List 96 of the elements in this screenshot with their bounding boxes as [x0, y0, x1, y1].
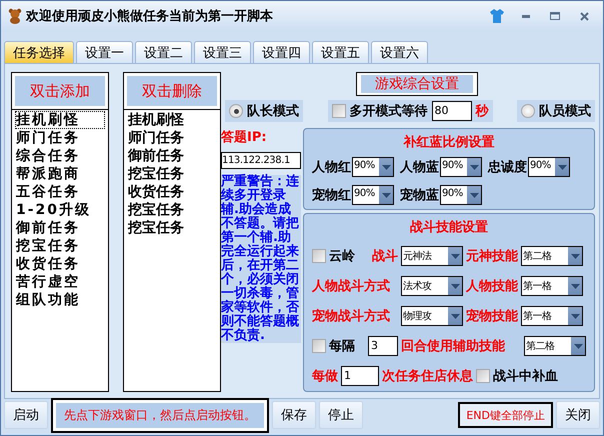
tab[interactable]: 设置五 — [312, 41, 369, 63]
tab[interactable]: 设置六 — [371, 41, 428, 63]
checkbox-label: 多开模式等待 — [350, 103, 428, 120]
dropdown-arrow-icon — [450, 314, 460, 318]
dropdown-arrow-icon — [450, 254, 460, 258]
dropdown-arrow-icon — [570, 314, 580, 318]
field-label: 每做 — [312, 368, 338, 385]
unit-label: 秒 — [476, 103, 488, 120]
list-item[interactable]: 御前任务 — [15, 219, 105, 237]
dropdown[interactable]: 90% — [440, 185, 482, 205]
tab[interactable]: 设置四 — [253, 41, 310, 63]
list-item[interactable]: 收货任务 — [127, 183, 217, 201]
list-item[interactable]: 挖宝任务 — [127, 165, 217, 183]
radio-button[interactable] — [229, 104, 243, 118]
field-label: 战斗 — [372, 248, 398, 265]
window-title: 欢迎使用顽皮小熊做任务当前为第一开脚本 — [26, 8, 274, 25]
input-field[interactable]: 3 — [368, 336, 398, 356]
list-item[interactable]: 挖宝任务 — [127, 219, 217, 237]
field-label: 次任务住店休息 — [382, 368, 473, 385]
list-item[interactable]: 挖宝任务 — [127, 201, 217, 219]
minimize-icon[interactable] — [522, 14, 530, 18]
dropdown[interactable]: 第二格 — [524, 336, 586, 356]
dropdown[interactable]: 法术攻 — [401, 276, 463, 296]
dropdown[interactable]: 第二格 — [521, 246, 583, 266]
bear-icon — [7, 8, 23, 24]
checkbox[interactable] — [476, 369, 490, 383]
dropdown[interactable]: 90% — [528, 157, 570, 177]
tab[interactable]: 设置二 — [135, 41, 192, 63]
list-item[interactable]: 组队功能 — [15, 291, 105, 309]
dropdown-arrow-icon — [570, 254, 580, 258]
dropdown[interactable]: 第一格 — [521, 276, 583, 296]
list-item[interactable]: 1-20升级 — [15, 201, 105, 219]
checkbox-label: 云岭 — [329, 248, 355, 265]
dropdown-arrow-icon — [382, 192, 390, 198]
list-item[interactable]: 苦行虚空 — [15, 273, 105, 291]
field-label: 忠诚度 — [488, 158, 527, 176]
dropdown-arrow-icon — [570, 284, 580, 288]
ip-field[interactable]: 113.122.238.1 — [221, 152, 301, 169]
field-label: 人物蓝 — [400, 159, 439, 176]
dropdown-arrow-icon — [574, 344, 582, 348]
group-title: 战斗技能设置 — [409, 219, 489, 236]
checkbox-label: 战斗中补血 — [493, 368, 558, 385]
tab[interactable]: 设置三 — [194, 41, 251, 63]
button[interactable]: 关闭 — [556, 401, 600, 429]
button[interactable]: 保存 — [272, 401, 316, 429]
input-field[interactable]: 80 — [432, 101, 472, 121]
list-item[interactable]: 综合任务 — [15, 147, 105, 165]
list-item[interactable]: 师门任务 — [127, 129, 217, 147]
close-icon[interactable] — [580, 12, 588, 20]
list-item[interactable]: 师门任务 — [15, 129, 105, 147]
checkbox-label: 每隔 — [329, 338, 355, 355]
list-item[interactable]: 挂机刷怪 — [15, 111, 105, 129]
field-label: 宠物红 — [312, 186, 351, 204]
radio-label: 队长模式 — [247, 103, 299, 120]
dropdown[interactable]: 90% — [352, 185, 394, 205]
list-item[interactable]: 五谷任务 — [15, 183, 105, 201]
radio-button[interactable] — [521, 104, 535, 118]
checkbox[interactable] — [332, 104, 346, 118]
dropdown-arrow-icon — [470, 164, 478, 170]
ip-label: 答题IP: — [221, 129, 268, 146]
field-label: 回合使用辅助技能 — [401, 338, 505, 355]
tab[interactable]: 设置一 — [76, 41, 133, 63]
settings-title: 游戏综合设置 — [356, 72, 478, 96]
field-label: 元神技能 — [466, 248, 518, 265]
shirt-icon[interactable] — [489, 8, 505, 24]
button[interactable]: 停止 — [319, 401, 363, 429]
group-title: 补红蓝比例设置 — [402, 134, 496, 151]
dropdown[interactable]: 90% — [440, 157, 482, 177]
dropdown-arrow-icon — [558, 164, 566, 170]
list-item[interactable]: 御前任务 — [127, 147, 217, 165]
dropdown[interactable]: 第一格 — [521, 306, 583, 326]
checkbox[interactable] — [312, 249, 326, 263]
list-item[interactable]: 收货任务 — [15, 255, 105, 273]
dropdown[interactable]: 元神法 — [401, 246, 463, 266]
dropdown-arrow-icon — [382, 164, 390, 170]
checkbox[interactable] — [312, 339, 326, 353]
tab[interactable]: 任务选择 — [4, 41, 74, 63]
list-item[interactable]: 帮派跑商 — [15, 165, 105, 183]
field-label: 人物战斗方式 — [312, 278, 390, 295]
button[interactable]: 启动 — [4, 401, 48, 429]
dropdown[interactable]: 90% — [352, 157, 394, 177]
warning-text: 严重警告：连续多开登录辅.助会造成不答题。请把第一个辅.助完全运行起来后，在开第二个，必须关闭一切杀毒，管家等软件，否则不能答题概不负责. — [221, 175, 301, 343]
field-label: 人物红 — [312, 159, 351, 176]
field-label: 宠物战斗方式 — [312, 308, 390, 325]
dropdown-arrow-icon — [470, 192, 478, 198]
radio-label: 队员模式 — [539, 103, 591, 120]
list-item[interactable]: 挖宝任务 — [15, 237, 105, 255]
dropdown-arrow-icon — [450, 284, 460, 288]
maximize-icon[interactable] — [550, 12, 560, 20]
dropdown[interactable]: 物理攻 — [401, 306, 463, 326]
field-label: 宠物蓝 — [400, 186, 439, 204]
message-box: 先点下游戏窗口，然后点启动按钮。 — [51, 398, 269, 432]
list-item[interactable]: 挂机刷怪 — [127, 111, 217, 129]
input-field[interactable]: 1 — [341, 366, 379, 386]
field-label: 人物技能 — [466, 278, 518, 295]
field-label: 宠物技能 — [466, 308, 518, 325]
